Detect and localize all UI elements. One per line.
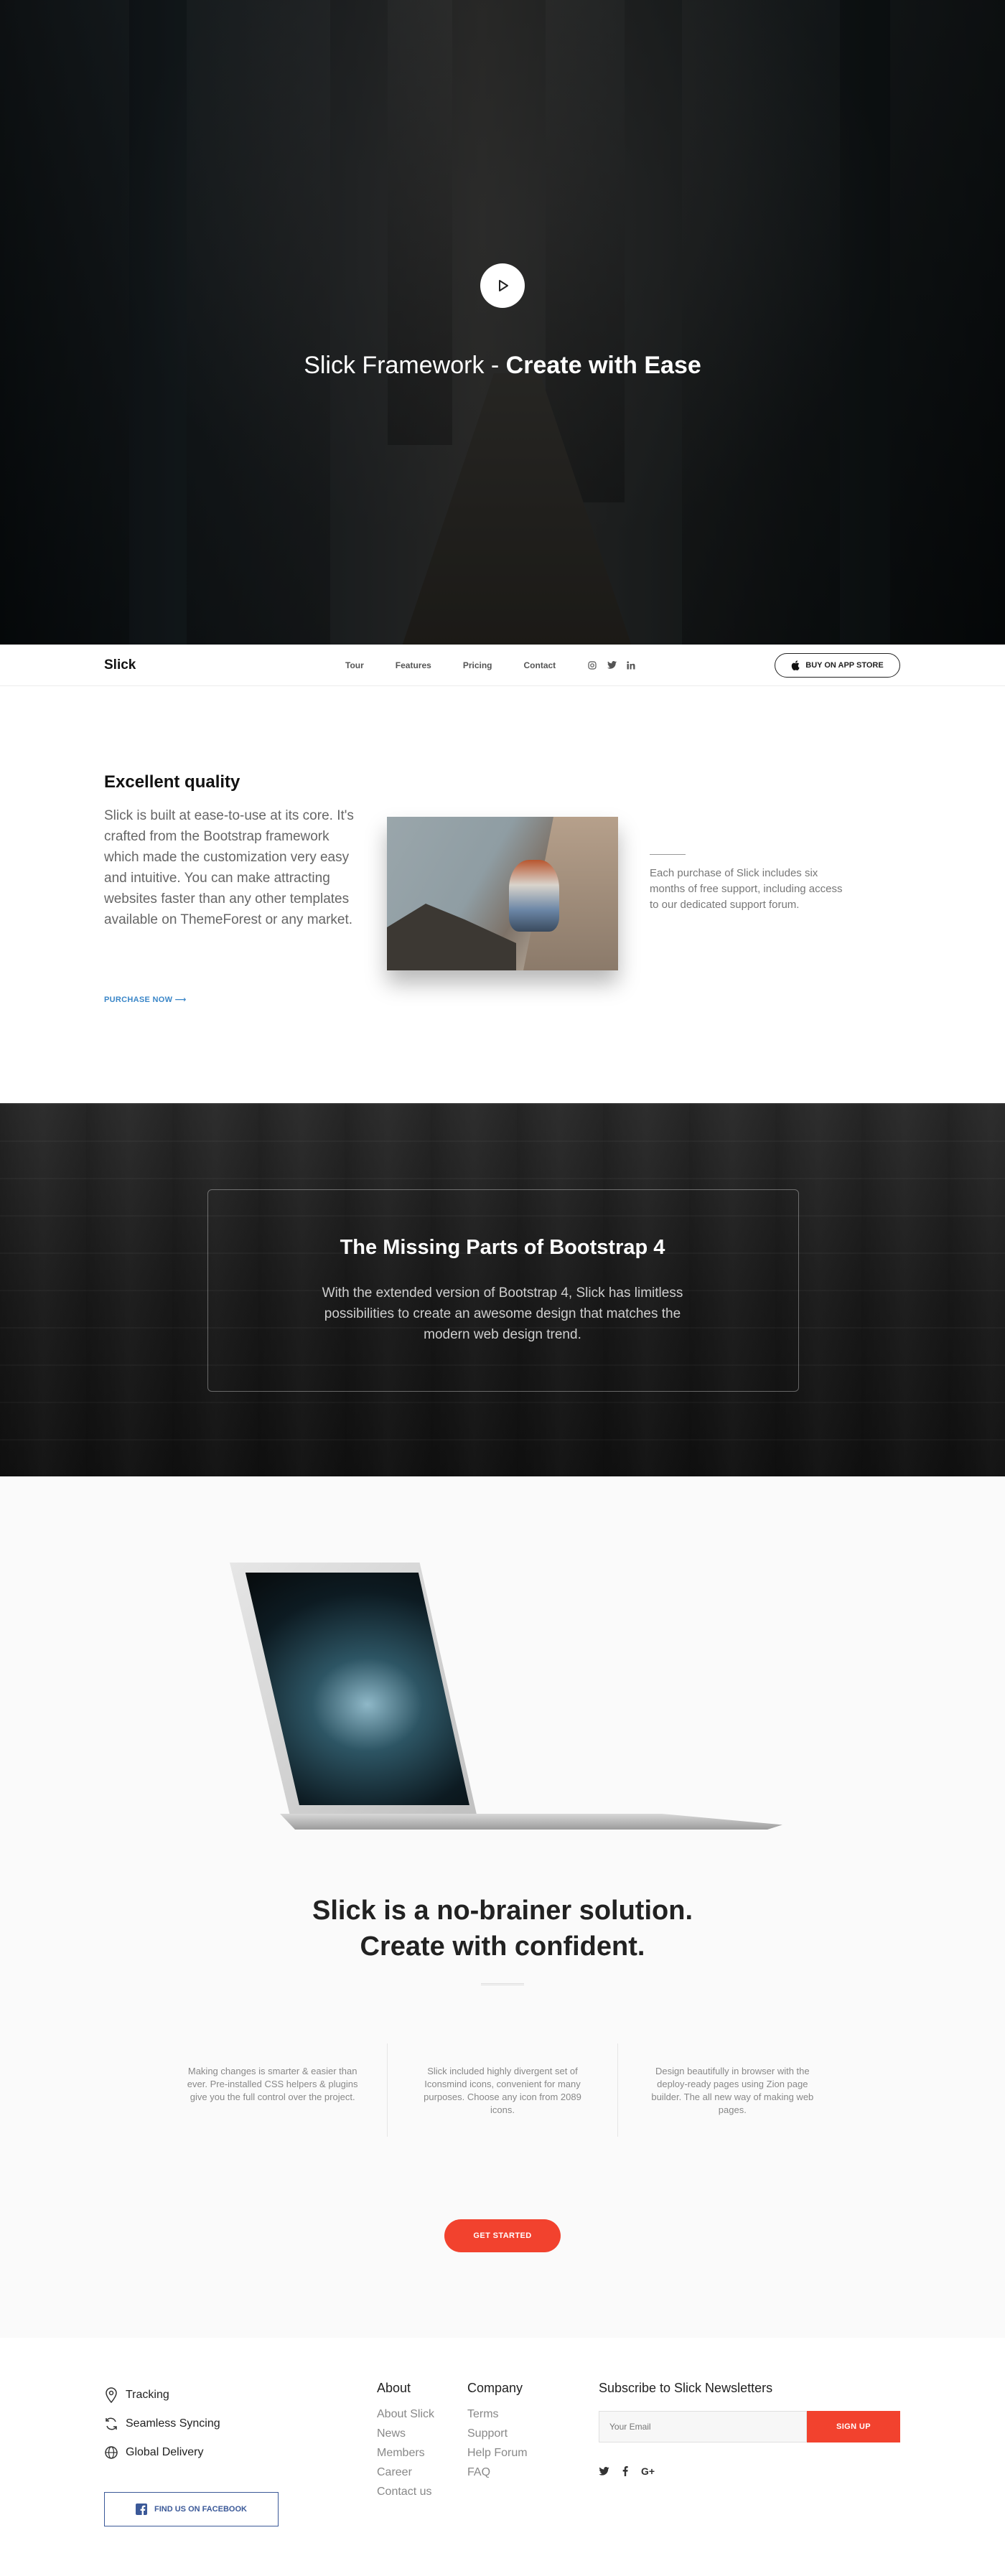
facebook-icon[interactable] — [622, 2466, 628, 2476]
nav-links: Tour Features Pricing Contact — [345, 660, 587, 670]
solution-line-2: Create with confident. — [360, 1931, 645, 1962]
email-input[interactable] — [599, 2411, 807, 2442]
app-store-label: BUY ON APP STORE — [805, 660, 884, 670]
facebook-button[interactable]: FIND US ON FACEBOOK — [104, 2492, 279, 2526]
footer-company-title: Company — [467, 2381, 523, 2395]
footer-link-about-slick[interactable]: About Slick — [377, 2404, 434, 2424]
footer-link-members[interactable]: Members — [377, 2443, 434, 2463]
footer-link-support[interactable]: Support — [467, 2424, 528, 2443]
footer-link-terms[interactable]: Terms — [467, 2404, 528, 2424]
linkedin-icon[interactable] — [626, 660, 636, 670]
bootstrap-title: The Missing Parts of Bootstrap 4 — [340, 1236, 665, 1259]
map-pin-icon — [106, 2387, 117, 2403]
quality-body: Slick is built at ease-to-use at its cor… — [104, 808, 354, 927]
footer-link-help-forum[interactable]: Help Forum — [467, 2443, 528, 2463]
globe-icon — [105, 2446, 118, 2459]
facebook-icon — [136, 2504, 148, 2515]
side-divider — [650, 854, 686, 855]
buy-app-store-button[interactable]: BUY ON APP STORE — [775, 652, 900, 678]
brand-logo[interactable]: Slick — [104, 657, 136, 673]
footer-link-faq[interactable]: FAQ — [467, 2463, 528, 2482]
feature-item: Slick included highly divergent set of I… — [388, 2043, 618, 2137]
get-started-button[interactable]: GET STARTED — [444, 2219, 561, 2252]
support-text: Each purchase of Slick includes six mont… — [650, 867, 843, 911]
apple-icon — [792, 660, 800, 670]
hero-title: Slick Framework - Create with Ease — [304, 352, 701, 379]
nav-social — [587, 660, 636, 670]
footer-link-news[interactable]: News — [377, 2424, 434, 2443]
solution-heading: Slick is a no-brainer solution. Create w… — [0, 1893, 1005, 1964]
bootstrap-section: The Missing Parts of Bootstrap 4 With th… — [0, 1103, 1005, 1476]
nav-link-features[interactable]: Features — [396, 660, 431, 670]
quality-section: Excellent quality Slick is built at ease… — [0, 686, 1005, 1103]
purchase-now-link[interactable]: PURCHASE NOW ⟶ — [104, 995, 187, 1004]
twitter-icon[interactable] — [599, 2467, 609, 2476]
laptop-image — [230, 1563, 782, 1835]
google-plus-icon[interactable]: G+ — [641, 2465, 655, 2477]
sync-icon — [106, 2417, 117, 2430]
main-nav: Slick Tour Features Pricing Contact BUY … — [0, 645, 1005, 686]
photo-rock — [387, 904, 516, 970]
nav-link-tour[interactable]: Tour — [345, 660, 364, 670]
footer-link-contact-us[interactable]: Contact us — [377, 2482, 434, 2501]
quality-photo — [387, 817, 618, 970]
nav-link-contact[interactable]: Contact — [524, 660, 556, 670]
solution-section: Slick is a no-brainer solution. Create w… — [0, 1476, 1005, 2338]
laptop-base — [280, 1814, 782, 1830]
footer-feature-delivery: Global Delivery — [104, 2438, 220, 2467]
instagram-icon[interactable] — [587, 660, 597, 670]
bootstrap-body: With the extended version of Bootstrap 4… — [322, 1285, 683, 1342]
footer-link-career[interactable]: Career — [377, 2463, 434, 2482]
hero-overlay — [0, 0, 1005, 645]
feature-item: Design beautifully in browser with the d… — [651, 2066, 814, 2115]
sign-up-button[interactable]: SIGN UP — [807, 2411, 900, 2442]
play-button[interactable] — [480, 263, 525, 308]
footer-feature-tracking: Tracking — [104, 2381, 220, 2409]
footer-about-title: About — [377, 2381, 411, 2395]
twitter-icon[interactable] — [607, 660, 617, 670]
footer-feature-syncing: Seamless Syncing — [104, 2409, 220, 2438]
footer-social: G+ — [599, 2465, 655, 2477]
solution-line-1: Slick is a no-brainer solution. — [312, 1896, 693, 1926]
feature-list: Making changes is smarter & easier than … — [158, 2043, 847, 2137]
photo-person — [509, 860, 559, 932]
footer: Tracking Seamless Syncing Global Deliver… — [0, 2338, 1005, 2575]
nav-link-pricing[interactable]: Pricing — [463, 660, 492, 670]
play-icon — [499, 280, 508, 291]
subscribe-title: Subscribe to Slick Newsletters — [599, 2381, 773, 2395]
quality-title: Excellent quality — [104, 772, 240, 792]
heading-divider — [481, 1983, 524, 1985]
feature-item: Making changes is smarter & easier than … — [158, 2043, 388, 2137]
footer-company-column: Company Terms Support Help Forum FAQ — [467, 2381, 528, 2482]
footer-about-column: About About Slick News Members Career Co… — [377, 2381, 434, 2501]
footer-features: Tracking Seamless Syncing Global Deliver… — [104, 2381, 220, 2467]
hero-section: Slick Framework - Create with Ease — [0, 0, 1005, 645]
